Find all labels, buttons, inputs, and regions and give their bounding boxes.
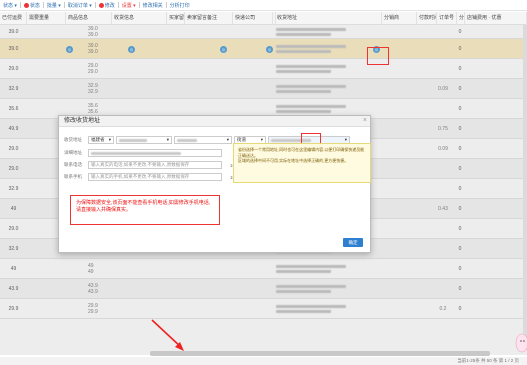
mobile-input[interactable]: 输入真实的手机,如果不更改,不要输入,原数据保存	[88, 173, 222, 181]
phone-row: 联系电话 输入真实的电话,如果不更改,不要输入,原数据保存 153*****	[64, 160, 246, 170]
toolbar-settings-label: 设置 ▾	[121, 2, 136, 9]
edit-address-dialog: 修改收货地址 × 收货地址 福建省 ▾ ▾ ▾ 街道 ▾ ▾ 详细地址 联系电话 输…	[58, 115, 371, 253]
chevron-down-icon: ▾	[226, 137, 229, 142]
table-header: 已付运费 需要重量 商品信息 收货信息 买家留言 卖家留言备注 快递公司 备注 …	[0, 12, 527, 25]
column-header[interactable]: 快递公司	[233, 12, 273, 25]
phone-label: 联系电话	[64, 162, 82, 167]
toolbar-cancel-dropdown[interactable]: 取消订单 ▾	[65, 0, 95, 10]
pagination-text: 当前1-25条 共 50 条 第 1 / 2 页	[457, 358, 519, 363]
close-icon[interactable]: ×	[363, 117, 367, 124]
toolbar-status-dropdown[interactable]: 状态 ▾	[0, 0, 20, 10]
detail-row: 详细地址	[64, 148, 224, 158]
column-header[interactable]: 分销利润	[457, 12, 465, 25]
arrow-annotation-icon	[151, 319, 184, 351]
mascot-icon	[515, 333, 527, 353]
column-header[interactable]: 分销商	[382, 12, 417, 25]
toolbar-cancel-label: 取消订单 ▾	[67, 2, 92, 9]
toolbar-modify-related[interactable]: 修改相关	[140, 0, 166, 10]
column-header[interactable]: 买家留言	[167, 12, 185, 25]
mobile-label: 联系手机	[64, 174, 82, 179]
blurred-value	[91, 151, 181, 155]
phone-input[interactable]: 输入真实的电话,如果不更改,不要输入,原数据保存	[88, 161, 222, 169]
detail-address-input[interactable]	[88, 149, 222, 157]
chevron-down-icon: ▾	[108, 137, 111, 142]
detail-label: 详细地址	[64, 150, 82, 155]
toolbar-edit-button[interactable]: 修改	[96, 0, 118, 10]
toolbar-status-label: 状态 ▾	[3, 2, 17, 9]
confirm-button[interactable]: 确定	[343, 238, 363, 247]
toolbar-batch-dropdown[interactable]: 批量 ▾	[44, 0, 64, 10]
horizontal-scrollbar[interactable]	[150, 351, 490, 356]
column-header[interactable]: 卖家留言备注	[185, 12, 233, 25]
alert-icon	[23, 2, 29, 8]
blurred-value	[119, 138, 147, 142]
region-label: 收货地址	[64, 137, 82, 142]
tooltip: 省份选择一个常用地址,同时也可在这里编辑内容,以便打印确保快递员能正确送达。 区…	[233, 143, 371, 183]
toolbar-status-label-2: 状态	[29, 2, 40, 9]
column-header[interactable]: 已付运费	[0, 12, 27, 25]
chevron-down-icon: ▾	[166, 137, 169, 142]
highlight-box	[367, 47, 389, 65]
toolbar-print-button[interactable]: 分析打印	[167, 0, 193, 10]
column-header[interactable]: 需要重量	[27, 12, 66, 25]
toolbar-batch-label: 批量 ▾	[46, 2, 61, 9]
column-header[interactable]: 商品信息	[66, 12, 112, 25]
blurred-value	[177, 138, 197, 142]
toolbar-print-label: 分析打印	[169, 2, 190, 9]
district-select[interactable]: ▾	[174, 136, 232, 144]
toolbar-edit-label: 修改	[104, 2, 115, 9]
column-header[interactable]: 收货地址	[275, 12, 382, 25]
column-header[interactable]: 收货信息	[112, 12, 167, 25]
toolbar-status-button[interactable]: 状态	[21, 0, 43, 10]
province-value: 福建省	[91, 137, 105, 142]
pagination-bar: 当前1-25条 共 50 条 第 1 / 2 页	[0, 357, 527, 365]
edit-icon	[98, 2, 104, 8]
province-select[interactable]: 福建省 ▾	[88, 136, 114, 144]
city-select[interactable]: ▾	[116, 136, 172, 144]
column-header[interactable]: 订单号	[437, 12, 457, 25]
column-header[interactable]: 店铺费用 · 优惠	[465, 12, 527, 25]
dialog-title: 修改收货地址	[59, 116, 370, 127]
warning-note: 为保障数据安全,该页面不能查看手机电话,如需修改手机电话,请直接输入并确保真实。	[70, 195, 220, 225]
toolbar-settings-dropdown[interactable]: 设置 ▾	[119, 0, 139, 10]
toolbar: 状态 ▾ 状态 批量 ▾ 取消订单 ▾ 修改 设置 ▾ 修改相关 分析打印	[0, 0, 527, 11]
toolbar-modify-label: 修改相关	[142, 2, 163, 9]
column-header[interactable]: 付款时间	[417, 12, 437, 25]
mobile-row: 联系手机 输入真实的手机,如果不更改,不要输入,原数据保存 153*****	[64, 172, 246, 182]
